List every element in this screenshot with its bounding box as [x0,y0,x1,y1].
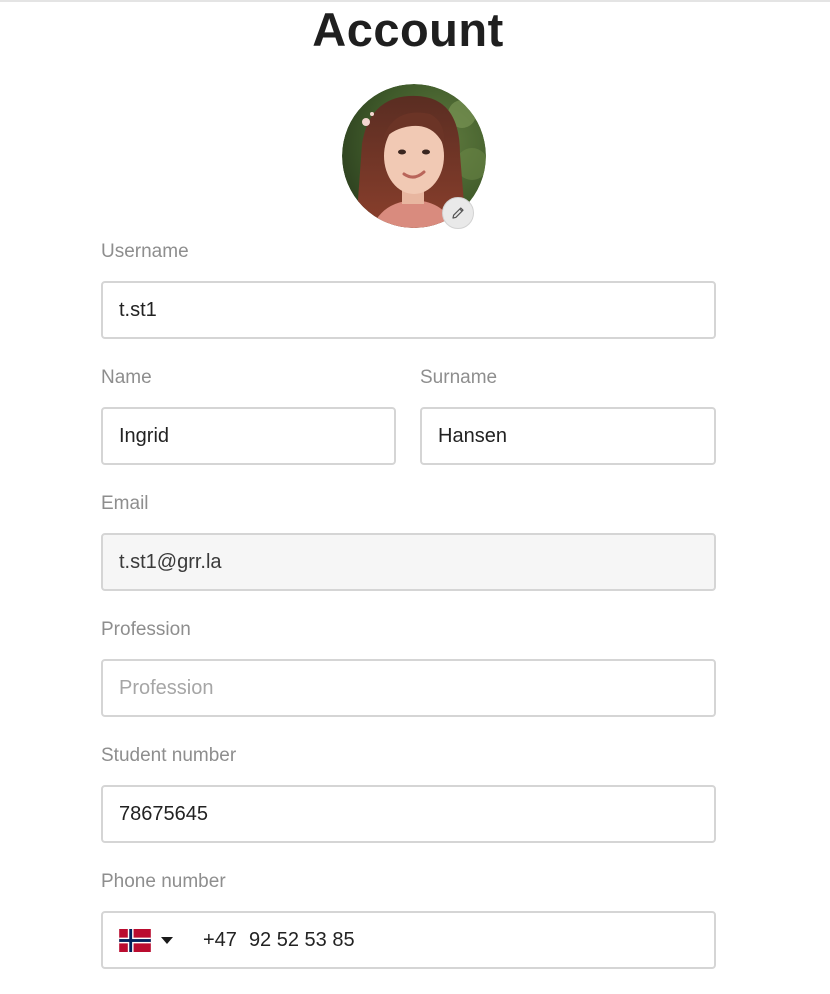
email-input [119,550,698,574]
profession-input[interactable] [119,676,698,700]
surname-label: Surname [420,367,498,388]
name-field[interactable] [101,407,396,465]
edit-avatar-button[interactable] [442,197,474,229]
avatar-container [342,84,486,229]
email-field [101,533,716,591]
username-field[interactable] [101,281,716,339]
username-label: Username [101,241,189,262]
student-number-label: Student number [101,745,237,766]
phone-number-input[interactable] [248,928,698,952]
country-code-select[interactable] [119,928,173,952]
name-input[interactable] [119,424,378,448]
email-label: Email [101,493,149,514]
name-label: Name [101,367,152,388]
page-title: Account [312,3,504,56]
student-number-input[interactable] [119,802,698,826]
phone-number-field[interactable]: +47 [101,911,716,969]
surname-field[interactable] [420,407,716,465]
profession-label: Profession [101,619,191,640]
username-input[interactable] [119,298,698,322]
profession-field[interactable] [101,659,716,717]
phone-number-label: Phone number [101,871,226,892]
norway-flag-icon [119,928,151,952]
student-number-field[interactable] [101,785,716,843]
top-divider [0,0,830,2]
surname-input[interactable] [438,424,698,448]
pencil-icon [452,207,464,219]
chevron-down-icon [161,936,173,944]
dial-code: +47 [203,928,237,951]
